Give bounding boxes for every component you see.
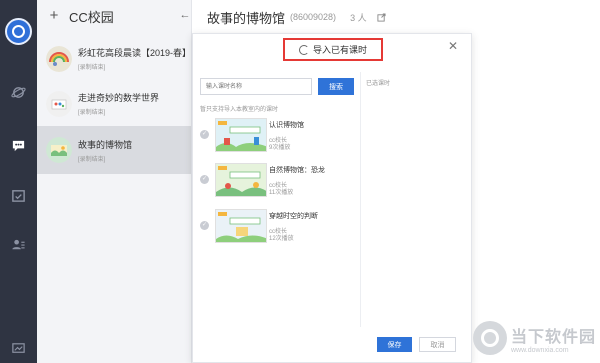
classroom-status: [录制结束] xyxy=(78,156,106,163)
classroom-thumbnail xyxy=(46,45,72,72)
list-title: CC校园 xyxy=(69,9,114,25)
lesson-item[interactable]: ✓ 穿越时空的判断 cc校长 12次播放 xyxy=(200,205,358,249)
checkbox-icon[interactable]: ✓ xyxy=(200,175,209,184)
import-hint: 暂只支持导入本教室内的课时 xyxy=(200,107,279,113)
dialog-title-text: 导入已有课时 xyxy=(312,45,367,55)
search-button[interactable]: 搜索 xyxy=(318,78,354,95)
classroom-list: + CC校园 ← 彩虹花高段晨读【2019-春】 [录制结束] 走进奇妙的数学世… xyxy=(37,0,192,363)
classroom-header: 故事的博物馆 (86009028) 3 人 xyxy=(192,0,600,34)
close-icon[interactable]: ✕ xyxy=(448,40,458,52)
classroom-thumbnail xyxy=(46,90,72,117)
lesson-title: 认识博物馆 xyxy=(269,122,304,129)
classroom-name: 走进奇妙的数学世界 xyxy=(78,93,160,103)
refresh-icon xyxy=(298,44,309,55)
lesson-cover xyxy=(215,163,267,197)
nav-rail xyxy=(0,0,37,363)
room-id: (86009028) xyxy=(290,12,337,22)
dialog-title: 导入已有课时 xyxy=(283,38,383,61)
selected-lessons-label: 已选课时 xyxy=(366,81,391,87)
member-count[interactable]: 3 人 xyxy=(350,11,367,24)
cancel-button[interactable]: 取消 xyxy=(419,337,456,352)
list-header: + CC校园 ← xyxy=(37,0,191,32)
classroom-item[interactable]: 彩虹花高段晨读【2019-春】 [录制结束] xyxy=(37,36,191,81)
classroom-name: 故事的博物馆 xyxy=(78,139,133,150)
calendar-check-icon[interactable] xyxy=(10,187,27,204)
lesson-plays: 9次播放 xyxy=(269,145,291,151)
collapse-arrow-icon[interactable]: ← xyxy=(179,9,191,21)
user-avatar[interactable] xyxy=(5,18,32,45)
app-logo-icon xyxy=(12,25,25,38)
lesson-title: 自然博物馆：恐龙 xyxy=(269,167,325,174)
planet-icon[interactable] xyxy=(10,84,27,101)
classroom-name: 彩虹花高段晨读【2019-春】 xyxy=(78,48,191,58)
classroom-thumbnail xyxy=(46,137,72,163)
lesson-plays: 12次播放 xyxy=(269,236,294,242)
add-icon[interactable]: + xyxy=(47,8,61,23)
page-title: 故事的博物馆 xyxy=(207,10,286,26)
lesson-item[interactable]: ✓ 认识博物馆 cc校长 9次播放 xyxy=(200,114,358,158)
watermark-url: www.downxia.com xyxy=(510,346,569,354)
app-window: + CC校园 ← 彩虹花高段晨读【2019-春】 [录制结束] 走进奇妙的数学世… xyxy=(0,0,600,363)
save-button[interactable]: 保存 xyxy=(377,337,412,352)
dialog-divider xyxy=(360,72,361,327)
lesson-title: 穿越时空的判断 xyxy=(269,213,318,220)
classroom-status: [录制结束] xyxy=(78,110,106,116)
watermark-logo-icon xyxy=(472,321,507,355)
lesson-cover xyxy=(215,209,267,243)
share-icon[interactable] xyxy=(377,12,386,22)
classroom-item[interactable]: 走进奇妙的数学世界 [录制结束] xyxy=(37,81,191,126)
checkbox-icon[interactable]: ✓ xyxy=(200,221,209,230)
classroom-status: [录制结束] xyxy=(78,65,106,71)
import-lessons-dialog: 导入已有课时 ✕ 搜索 暂只支持导入本教室内的课时 已选课时 ✓ 认识博物馆 c… xyxy=(192,33,472,363)
lesson-search-input[interactable] xyxy=(200,78,312,95)
lesson-plays: 11次播放 xyxy=(269,190,294,196)
lesson-cover xyxy=(215,118,267,152)
checkbox-icon[interactable]: ✓ xyxy=(200,130,209,139)
lesson-item[interactable]: ✓ 自然博物馆：恐龙 cc校长 11次播放 xyxy=(200,159,358,203)
watermark: 当下软件园 www.downxia.com xyxy=(472,321,596,355)
watermark-text: 当下软件园 xyxy=(510,328,596,346)
chat-icon[interactable] xyxy=(10,137,27,154)
monitor-icon[interactable] xyxy=(10,340,27,357)
classroom-item-active[interactable]: 故事的博物馆 [录制结束] xyxy=(37,126,191,174)
contacts-icon[interactable] xyxy=(10,236,27,253)
